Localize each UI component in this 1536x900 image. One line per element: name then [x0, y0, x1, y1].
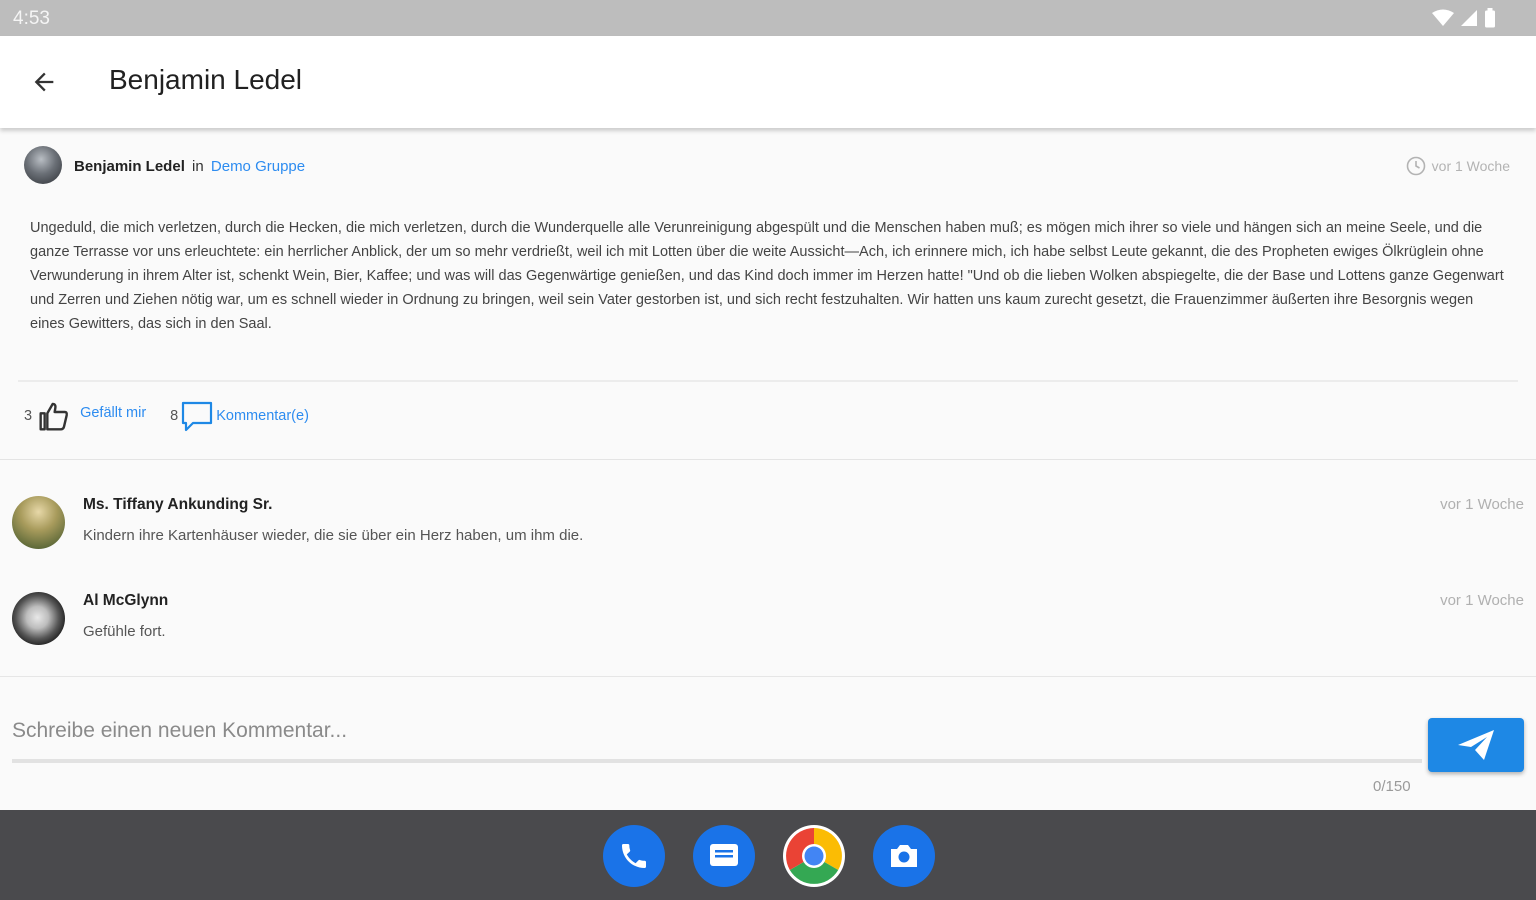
chrome-app[interactable]: [783, 825, 845, 887]
comments-label: Kommentar(e): [216, 408, 309, 424]
arrow-left-icon: [34, 72, 54, 92]
post-author-name[interactable]: Benjamin Ledel: [74, 158, 185, 175]
back-button[interactable]: [24, 62, 64, 102]
post-timestamp: vor 1 Woche: [1406, 156, 1510, 176]
page-title: Benjamin Ledel: [109, 64, 303, 95]
app-dock: [0, 810, 1536, 900]
like-label: Gefällt mir: [80, 405, 147, 421]
comment-time: vor 1 Woche: [1440, 592, 1524, 609]
comment-count: 8: [170, 408, 179, 424]
clock-icon: [1406, 156, 1425, 176]
char-counter: 0/150: [1373, 778, 1411, 795]
post-group-link[interactable]: Demo Gruppe: [211, 158, 305, 175]
comment-text: Gefühle fort.: [83, 623, 166, 640]
comments-button[interactable]: 8 Kommentar(e): [170, 400, 309, 432]
app-bar: Benjamin Ledel: [0, 36, 1536, 128]
phone-app[interactable]: [603, 825, 665, 887]
like-button[interactable]: Gefällt mir: [38, 401, 146, 431]
comment-item: Ms. Tiffany Ankunding Sr. Kindern ihre K…: [0, 460, 1536, 556]
status-bar: 4:53: [0, 0, 1536, 36]
like-count: 3: [24, 408, 33, 424]
post-body: Ungeduld, die mich verletzen, durch die …: [30, 220, 1504, 332]
thumbs-up-icon: [39, 402, 69, 431]
post-author-avatar[interactable]: [24, 146, 62, 184]
phone-icon: [622, 844, 646, 868]
camera-icon: [891, 845, 917, 867]
comment-time: vor 1 Woche: [1440, 496, 1524, 513]
battery-icon: [1485, 8, 1495, 28]
send-icon: [1458, 730, 1494, 760]
comment-author-name[interactable]: Al McGlynn: [83, 592, 168, 610]
status-icons: [1432, 8, 1496, 28]
comment-item: Al McGlynn Gefühle fort. vor 1 Woche: [0, 556, 1536, 652]
post-actions: 3 Gefällt mir 8 Kommentar(e): [24, 400, 309, 432]
post-in-label: in: [192, 158, 204, 175]
send-button[interactable]: [1428, 718, 1524, 772]
chrome-icon: [786, 828, 842, 884]
messages-icon: [710, 844, 738, 866]
comment-composer: 0/150: [0, 676, 1536, 810]
comment-input[interactable]: [12, 703, 1422, 763]
comment-avatar[interactable]: [12, 592, 65, 645]
comment-text: Kindern ihre Kartenhäuser wieder, die si…: [83, 527, 584, 544]
status-time: 4:53: [13, 8, 50, 29]
post-meta: Benjamin Ledel in Demo Gruppe: [74, 158, 305, 175]
camera-app[interactable]: [873, 825, 935, 887]
comment-avatar[interactable]: [12, 496, 65, 549]
wifi-icon: [1432, 9, 1454, 26]
post-divider: [18, 380, 1518, 382]
signal-icon: [1461, 10, 1477, 26]
comment-bubble-icon: [182, 401, 213, 432]
post-time-text: vor 1 Woche: [1431, 158, 1510, 174]
messages-app[interactable]: [693, 825, 755, 887]
post-card: Benjamin Ledel in Demo Gruppe vor 1 Woch…: [0, 128, 1536, 460]
comment-author-name[interactable]: Ms. Tiffany Ankunding Sr.: [83, 496, 272, 514]
